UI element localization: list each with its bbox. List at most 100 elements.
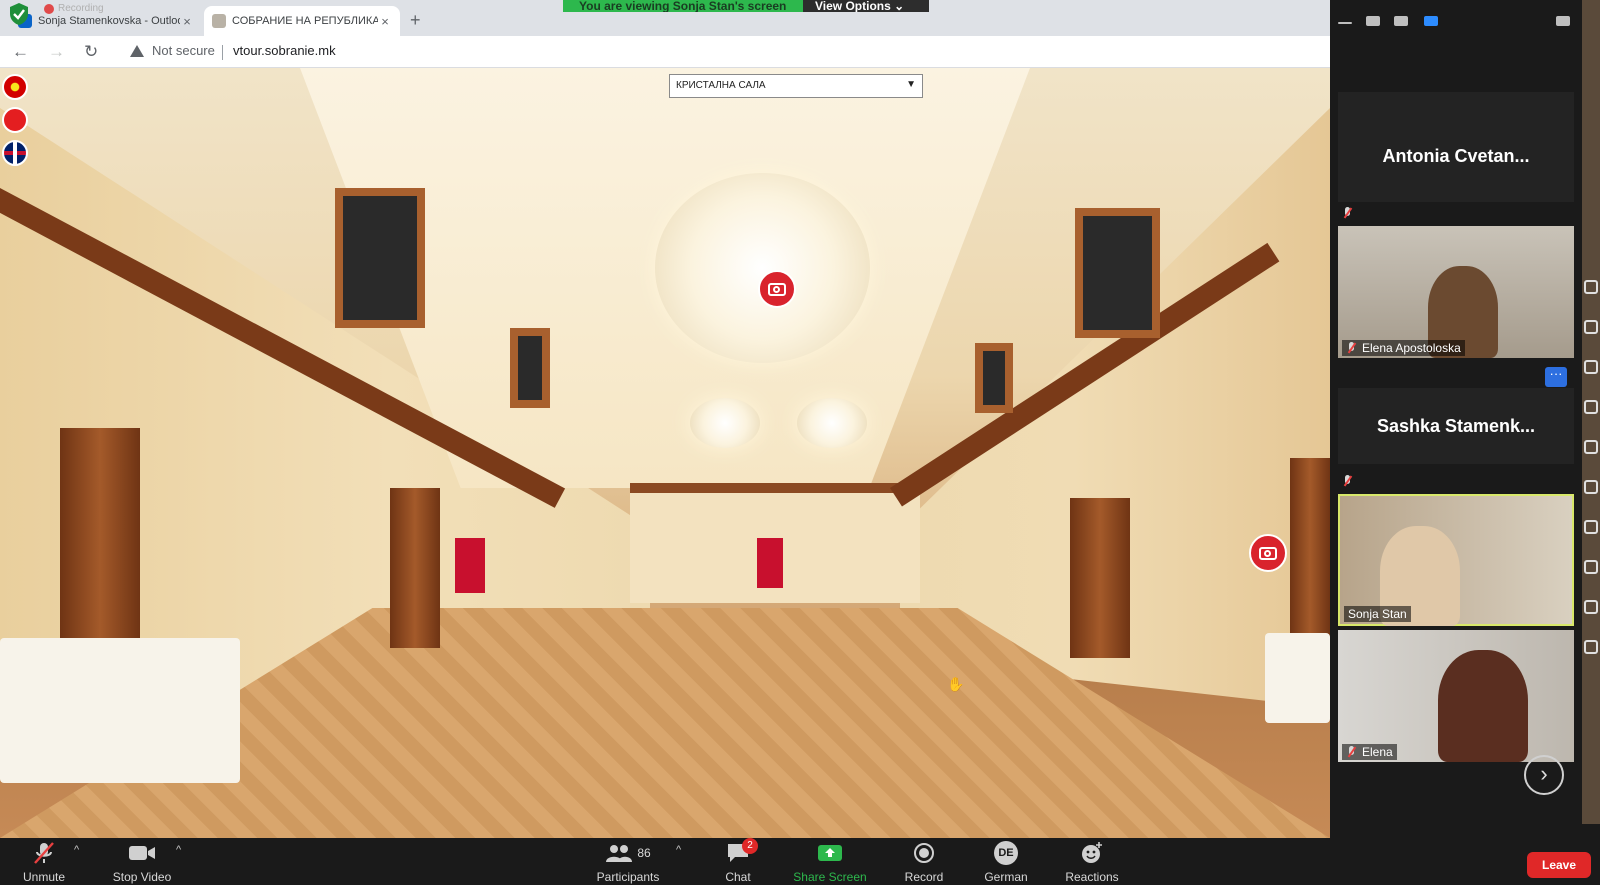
parliament-icon [212, 14, 226, 28]
unmute-button[interactable]: Unmute [14, 840, 74, 884]
strip-view-icon[interactable] [1394, 16, 1408, 26]
minus-icon[interactable] [1584, 320, 1598, 334]
security-indicator[interactable]: Not secure [130, 43, 215, 58]
participant-tile[interactable]: Elena [1338, 630, 1574, 762]
new-tab-button[interactable]: + [410, 10, 421, 31]
hand-cursor-icon: ✋ [947, 676, 965, 692]
more-options-button[interactable]: ··· [1545, 367, 1567, 387]
autorotate-icon[interactable] [1584, 360, 1598, 374]
room-select-value: КРИСТАЛНА САЛА [676, 80, 766, 91]
share-screen-label: Share Screen [793, 870, 867, 884]
smiley-icon [1082, 842, 1102, 863]
gallery-view-icon[interactable] [1424, 16, 1438, 26]
tab-close-icon[interactable]: × [180, 14, 194, 29]
unmute-label: Unmute [22, 870, 66, 884]
exit-panel-icon[interactable] [1556, 16, 1570, 26]
share-screen-button[interactable]: Share Screen [790, 840, 870, 884]
url-field[interactable]: vtour.sobranie.mk [233, 43, 336, 58]
room-select-dropdown[interactable]: КРИСТАЛНА САЛА ▼ [669, 74, 923, 98]
small-chandelier [797, 398, 867, 448]
virtual-tour-panorama[interactable] [0, 68, 1330, 838]
tour-side-toolbar [1582, 0, 1600, 824]
uk-flag-icon[interactable] [2, 140, 28, 166]
view-options-label: View Options [815, 0, 891, 12]
hall-window [1075, 208, 1160, 338]
participant-tile[interactable]: Antonia Cvetan... [1338, 92, 1574, 202]
flag-decoration [757, 538, 783, 588]
leave-button[interactable]: Leave [1527, 852, 1591, 878]
shared-screen: Sonja Stamenkovska - Outlook W × СОБРАНИ… [0, 0, 1330, 838]
security-label: Not secure [152, 43, 215, 58]
gallery-view-controls [1330, 10, 1582, 34]
recording-indicator: Recording [44, 3, 104, 14]
muted-mic-icon [1342, 475, 1354, 489]
forward-arrow-icon[interactable]: → [48, 42, 65, 62]
tab-sobranie[interactable]: СОБРАНИЕ НА РЕПУБЛИКА СЕВЕР × [204, 6, 400, 36]
print-icon[interactable] [1584, 480, 1598, 494]
camera-hotspot-icon[interactable] [1249, 534, 1287, 572]
participant-tile-active-speaker[interactable]: Sonja Stan [1338, 494, 1574, 626]
language-avatar: DE [994, 841, 1018, 865]
vr-icon[interactable] [1584, 520, 1598, 534]
hall-window [975, 343, 1013, 413]
chat-label: Chat [725, 870, 751, 884]
plus-icon[interactable] [1584, 280, 1598, 294]
muted-mic-icon [34, 842, 54, 864]
participant-name: Sonja Stan [1348, 607, 1407, 621]
participant-tile[interactable]: Elena Apostoloska [1338, 226, 1574, 358]
language-label: German [984, 870, 1028, 884]
view-options-button[interactable]: View Options ⌄ [803, 0, 929, 12]
tab-close-icon[interactable]: × [378, 14, 392, 29]
warning-icon [130, 44, 144, 57]
record-button[interactable]: Record [898, 840, 950, 884]
muted-mic-icon [1346, 746, 1356, 758]
hall-column [1290, 458, 1330, 648]
hall-column [390, 488, 440, 648]
viewing-banner: You are viewing Sonja Stan's screen View… [563, 0, 929, 14]
info-icon[interactable] [1584, 640, 1598, 654]
recording-dot-icon [44, 3, 54, 14]
address-divider [222, 45, 223, 60]
map-icon[interactable] [1584, 440, 1598, 454]
hall-window [335, 188, 425, 328]
help-icon[interactable] [1584, 600, 1598, 614]
caret-up-icon[interactable]: ^ [176, 844, 181, 856]
next-page-button[interactable]: › [1524, 755, 1564, 795]
tab-label: СОБРАНИЕ НА РЕПУБЛИКА СЕВЕР [232, 15, 378, 27]
large-chandelier [655, 173, 870, 363]
participant-gallery: Antonia Cvetan... Elena Apostoloska Sash… [1330, 0, 1582, 824]
single-view-icon[interactable] [1366, 16, 1380, 26]
viewing-screen-label: You are viewing Sonja Stan's screen [563, 0, 803, 12]
hall-column [60, 428, 140, 648]
participant-name: Elena Apostoloska [1362, 341, 1461, 355]
share-icon[interactable] [1584, 560, 1598, 574]
language-interpretation-button[interactable]: DE German [978, 840, 1034, 884]
back-arrow-icon[interactable]: ← [12, 42, 29, 62]
chat-badge: 2 [742, 838, 758, 854]
stop-video-button[interactable]: Stop Video [104, 840, 180, 884]
participant-video [1438, 650, 1528, 762]
participant-name-tag: Elena Apostoloska [1342, 340, 1465, 356]
hall-column [1070, 498, 1130, 658]
caret-up-icon[interactable]: ^ [676, 844, 681, 856]
video-camera-icon [129, 846, 155, 860]
white-table [0, 638, 240, 783]
reactions-label: Reactions [1065, 870, 1119, 884]
muted-mic-icon [1342, 207, 1354, 221]
al-flag-icon[interactable] [2, 107, 28, 133]
participants-count: 86 [637, 846, 651, 860]
reload-icon[interactable]: ↻ [84, 42, 98, 62]
participant-tile[interactable]: Sashka Stamenk... [1338, 388, 1574, 464]
share-screen-icon [818, 845, 842, 861]
record-icon [914, 843, 934, 863]
camera-hotspot-icon[interactable] [758, 270, 796, 308]
chat-button[interactable]: Chat 2 [714, 838, 762, 884]
participants-button[interactable]: 86 Participants [588, 840, 668, 884]
tab-outlook[interactable]: Sonja Stamenkovska - Outlook W × [10, 6, 202, 36]
fullscreen-icon[interactable] [1584, 400, 1598, 414]
caret-up-icon[interactable]: ^ [74, 844, 79, 856]
stop-video-label: Stop Video [112, 870, 172, 884]
mk-flag-icon[interactable] [2, 74, 28, 100]
minimize-icon[interactable] [1338, 22, 1352, 24]
reactions-button[interactable]: Reactions [1060, 840, 1124, 884]
